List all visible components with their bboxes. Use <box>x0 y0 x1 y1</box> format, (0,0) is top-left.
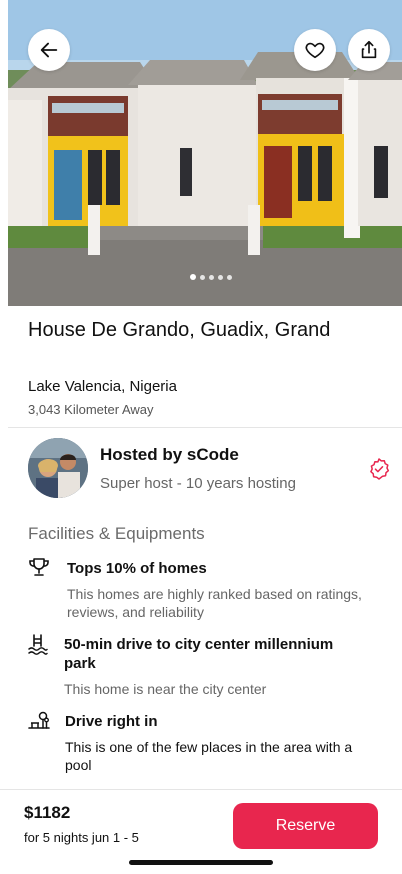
stay-dates: for 5 nights jun 1 - 5 <box>24 830 139 845</box>
trophy-icon <box>29 558 49 576</box>
facility-description: This is one of the few places in the are… <box>65 739 353 773</box>
arrow-left-icon <box>40 42 58 58</box>
verified-badge-icon <box>370 458 390 480</box>
listing-title: House De Grando, Guadix, Grand <box>28 319 331 341</box>
reserve-button[interactable]: Reserve <box>233 803 378 849</box>
carousel-dot[interactable] <box>227 274 232 280</box>
heart-icon <box>305 42 325 59</box>
divider <box>8 427 402 428</box>
facility-title: Tops 10% of homes <box>67 560 207 577</box>
listing-location: Lake Valencia, Nigeria <box>28 378 177 395</box>
back-button[interactable] <box>28 29 70 71</box>
host-subtitle: Super host - 10 years hosting <box>100 475 296 492</box>
pool-icon <box>28 634 48 655</box>
listing-distance: 3,043 Kilometer Away <box>28 402 154 417</box>
share-icon <box>361 40 377 59</box>
carousel-dot[interactable] <box>218 274 223 280</box>
hero-image[interactable] <box>8 0 402 306</box>
carousel-dot[interactable] <box>200 274 205 280</box>
facility-title: 50-min drive to city center millennium p… <box>64 636 334 672</box>
facility-title: Drive right in <box>65 713 158 730</box>
host-avatar[interactable] <box>28 438 88 498</box>
facility-description: This homes are highly ranked based on ra… <box>67 586 362 620</box>
favorite-button[interactable] <box>294 29 336 71</box>
park-icon <box>28 711 50 729</box>
price: $1182 <box>24 803 71 822</box>
facilities-heading: Facilities & Equipments <box>28 524 205 543</box>
carousel-dots[interactable] <box>190 274 232 280</box>
host-name: Hosted by sCode <box>100 445 239 464</box>
carousel-dot[interactable] <box>190 274 196 280</box>
facility-description: This home is near the city center <box>64 681 267 697</box>
carousel-dot[interactable] <box>209 274 214 280</box>
home-indicator[interactable] <box>129 860 273 865</box>
host-photo <box>28 438 88 498</box>
share-button[interactable] <box>348 29 390 71</box>
